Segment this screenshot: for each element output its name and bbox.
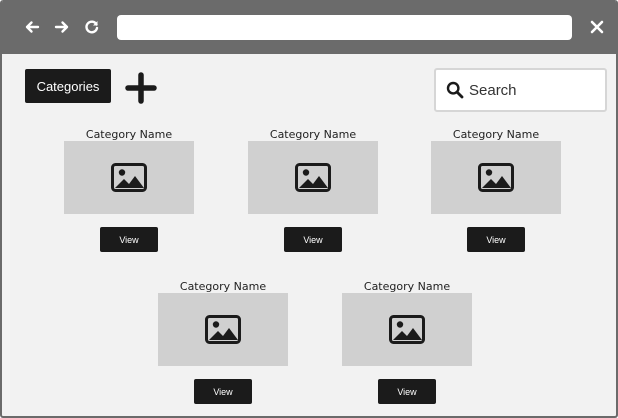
back-arrow-icon[interactable] bbox=[22, 17, 42, 37]
category-card: Category Name View bbox=[342, 280, 472, 410]
view-button[interactable]: View bbox=[194, 379, 252, 404]
image-icon bbox=[389, 315, 425, 344]
category-image-placeholder bbox=[64, 141, 194, 214]
forward-arrow-icon[interactable] bbox=[52, 17, 72, 37]
category-card: Category Name View bbox=[248, 128, 378, 258]
view-button[interactable]: View bbox=[378, 379, 436, 404]
view-button[interactable]: View bbox=[467, 227, 525, 252]
close-icon[interactable] bbox=[588, 18, 606, 36]
search-box[interactable] bbox=[434, 68, 607, 112]
image-icon bbox=[478, 163, 514, 192]
image-icon bbox=[111, 163, 147, 192]
category-name: Category Name bbox=[363, 280, 451, 293]
category-image-placeholder bbox=[248, 141, 378, 214]
image-icon bbox=[295, 163, 331, 192]
category-name: Category Name bbox=[269, 128, 357, 141]
category-card: Category Name View bbox=[158, 280, 288, 410]
category-image-placeholder bbox=[342, 293, 472, 366]
search-input[interactable] bbox=[469, 76, 599, 104]
categories-button[interactable]: Categories bbox=[25, 69, 111, 103]
category-name: Category Name bbox=[452, 128, 540, 141]
category-name: Category Name bbox=[179, 280, 267, 293]
view-button[interactable]: View bbox=[284, 227, 342, 252]
category-card: Category Name View bbox=[64, 128, 194, 258]
browser-toolbar bbox=[2, 0, 616, 54]
reload-icon[interactable] bbox=[82, 17, 102, 37]
view-button[interactable]: View bbox=[100, 227, 158, 252]
plus-icon[interactable] bbox=[125, 72, 157, 104]
browser-window: Categories Category Name View Category N… bbox=[0, 0, 618, 418]
category-image-placeholder bbox=[158, 293, 288, 366]
image-icon bbox=[205, 315, 241, 344]
category-name: Category Name bbox=[85, 128, 173, 141]
address-bar[interactable] bbox=[117, 15, 572, 40]
category-card: Category Name View bbox=[431, 128, 561, 258]
category-image-placeholder bbox=[431, 141, 561, 214]
search-icon bbox=[446, 81, 464, 99]
